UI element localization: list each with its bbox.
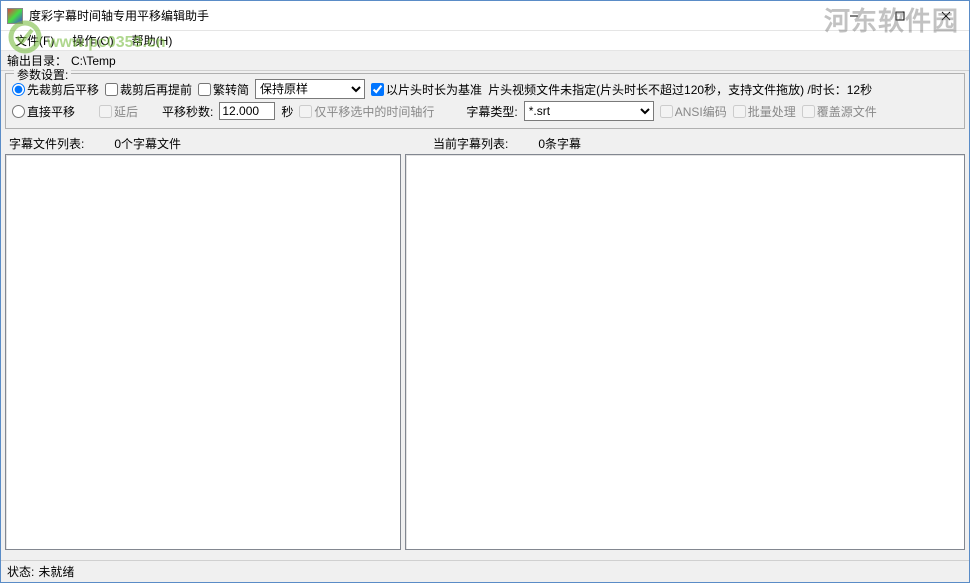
checkbox-only-selected-label: 仅平移选中的时间轴行 <box>314 103 434 120</box>
output-dir-path: C:\Temp <box>71 54 116 68</box>
list-header-row: 字幕文件列表: 0个字幕文件 当前字幕列表: 0条字幕 <box>1 131 969 154</box>
checkbox-ansi-input[interactable] <box>660 105 673 118</box>
checkbox-fan-to-simp-input[interactable] <box>198 83 211 96</box>
keep-mode-select[interactable]: 保持原样 <box>255 79 365 99</box>
checkbox-batch[interactable]: 批量处理 <box>733 103 796 120</box>
menu-file[interactable]: 文件(F) <box>7 30 62 51</box>
checkbox-batch-label: 批量处理 <box>748 103 796 120</box>
menubar: 文件(F) 操作(O) 帮助(H) <box>1 31 969 51</box>
shift-seconds-input[interactable] <box>219 102 275 120</box>
checkbox-overwrite[interactable]: 覆盖源文件 <box>802 103 877 120</box>
current-subtitle-list[interactable] <box>405 154 965 550</box>
titlebar: 度彩字幕时间轴专用平移编辑助手 <box>1 1 969 31</box>
params-fieldset: 参数设置: 先裁剪后平移 裁剪后再提前 繁转简 保持原样 以片头时长为基准 片头… <box>5 73 965 129</box>
current-list-label: 当前字幕列表: <box>433 135 508 152</box>
radio-crop-then-shift-label: 先裁剪后平移 <box>27 81 99 98</box>
checkbox-only-selected-input[interactable] <box>299 105 312 118</box>
line-count: 0条字幕 <box>538 135 581 152</box>
radio-direct-shift[interactable]: 直接平移 <box>12 103 75 120</box>
status-label: 状态: <box>7 563 34 580</box>
head-video-info: 片头视频文件未指定(片头时长不超过120秒，支持文件拖放) /时长：12秒 <box>488 81 872 98</box>
checkbox-crop-then-advance-label: 裁剪后再提前 <box>120 81 192 98</box>
menu-help[interactable]: 帮助(H) <box>124 30 181 51</box>
shift-seconds-label: 平移秒数: <box>162 103 213 120</box>
checkbox-crop-then-advance[interactable]: 裁剪后再提前 <box>105 81 192 98</box>
checkbox-delay-label: 延后 <box>114 103 138 120</box>
checkbox-base-head-duration[interactable]: 以片头时长为基准 <box>371 81 482 98</box>
close-button[interactable] <box>923 1 969 31</box>
app-icon <box>7 8 23 24</box>
file-count: 0个字幕文件 <box>114 135 181 152</box>
panes <box>1 154 969 550</box>
subtitle-type-select[interactable]: *.srt <box>524 101 654 121</box>
checkbox-overwrite-label: 覆盖源文件 <box>817 103 877 120</box>
statusbar: 状态: 未就绪 <box>1 560 969 582</box>
checkbox-crop-then-advance-input[interactable] <box>105 83 118 96</box>
checkbox-fan-to-simp-label: 繁转简 <box>213 81 249 98</box>
checkbox-delay-input[interactable] <box>99 105 112 118</box>
checkbox-only-selected[interactable]: 仅平移选中的时间轴行 <box>299 103 434 120</box>
file-list-label: 字幕文件列表: <box>9 135 84 152</box>
checkbox-batch-input[interactable] <box>733 105 746 118</box>
checkbox-base-head-duration-label: 以片头时长为基准 <box>386 81 482 98</box>
checkbox-delay[interactable]: 延后 <box>99 103 138 120</box>
minimize-button[interactable] <box>831 1 877 31</box>
seconds-unit: 秒 <box>281 103 293 120</box>
subtitle-file-list[interactable] <box>5 154 401 550</box>
checkbox-base-head-duration-input[interactable] <box>371 83 384 96</box>
menu-operate[interactable]: 操作(O) <box>64 30 121 51</box>
checkbox-ansi-label: ANSI编码 <box>675 103 727 120</box>
radio-crop-then-shift[interactable]: 先裁剪后平移 <box>12 81 99 98</box>
radio-direct-shift-input[interactable] <box>12 105 25 118</box>
status-text: 未就绪 <box>38 563 74 580</box>
checkbox-fan-to-simp[interactable]: 繁转简 <box>198 81 249 98</box>
radio-crop-then-shift-input[interactable] <box>12 83 25 96</box>
output-row: 输出目录： C:\Temp <box>1 51 969 71</box>
params-legend: 参数设置: <box>14 66 71 83</box>
checkbox-overwrite-input[interactable] <box>802 105 815 118</box>
maximize-button[interactable] <box>877 1 923 31</box>
radio-direct-shift-label: 直接平移 <box>27 103 75 120</box>
checkbox-ansi[interactable]: ANSI编码 <box>660 103 727 120</box>
subtitle-type-label: 字幕类型: <box>466 103 517 120</box>
window-title: 度彩字幕时间轴专用平移编辑助手 <box>29 7 831 24</box>
